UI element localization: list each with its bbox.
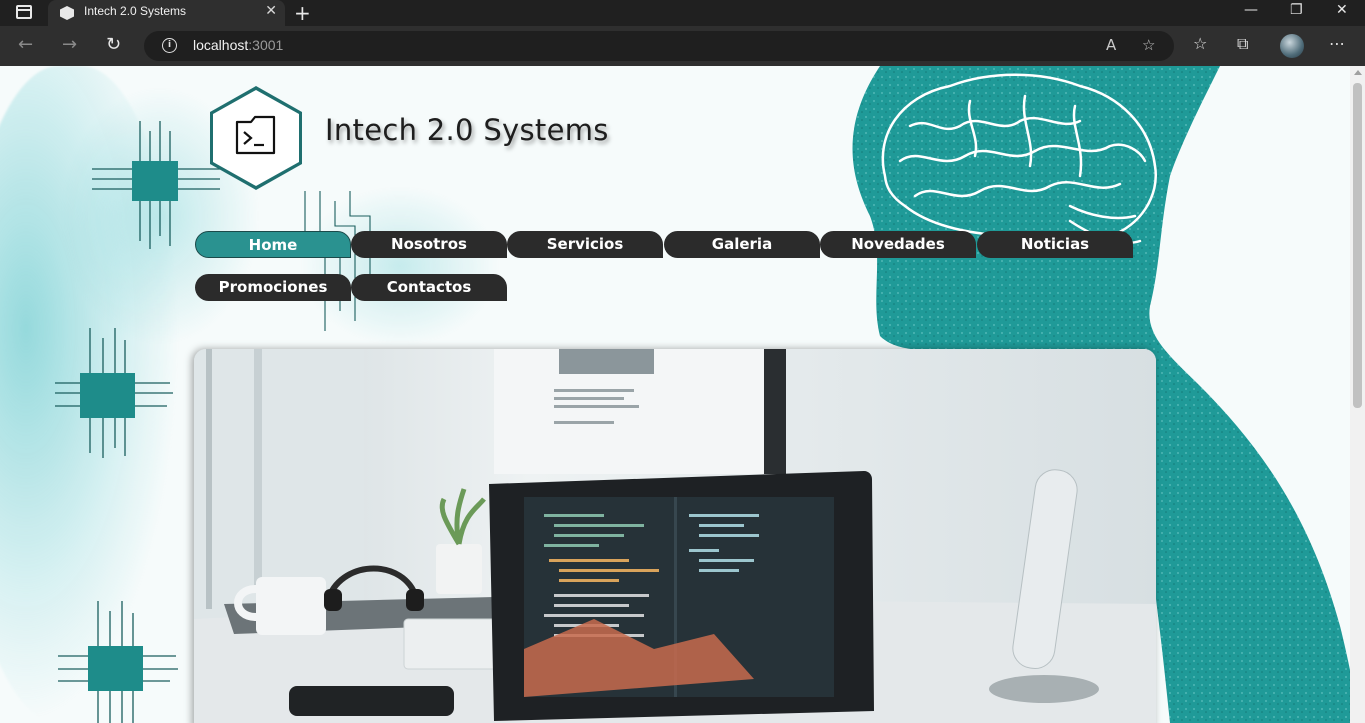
site-favicon [60,6,74,20]
forward-icon[interactable]: → [62,34,77,55]
window-close-icon[interactable]: ✕ [1336,2,1348,18]
favorites-icon[interactable]: ☆ [1193,34,1207,53]
nav-item-nosotros[interactable]: Nosotros [351,231,507,258]
nav-item-promociones[interactable]: Promociones [195,274,351,301]
page-scrollbar[interactable] [1350,66,1365,723]
address-bar[interactable]: i localhost:3001 A ☆ [144,31,1174,61]
nav-item-contactos[interactable]: Contactos [351,274,507,301]
url-host: localhost [193,37,249,53]
terminal-folder-icon [235,115,276,155]
laptop-desk-photo [194,349,1156,723]
nav-item-home[interactable]: Home [195,231,351,258]
hero-image [194,349,1156,723]
circuit-lines-icon [304,191,371,331]
back-icon[interactable]: ← [18,34,33,55]
nav-item-servicios[interactable]: Servicios [507,231,663,258]
read-aloud-icon[interactable]: A [1106,36,1116,54]
browser-tab[interactable]: Intech 2.0 Systems ✕ [48,0,285,26]
tab-actions-icon[interactable] [16,5,32,19]
circuit-chip-icon [55,328,173,458]
profile-avatar[interactable] [1280,34,1304,58]
scroll-thumb[interactable] [1353,83,1362,408]
url-text[interactable]: localhost:3001 [193,37,283,53]
nav-item-noticias[interactable]: Noticias [977,231,1133,258]
more-icon[interactable]: ⋯ [1329,34,1345,53]
site-title: Intech 2.0 Systems [325,113,609,147]
circuit-chip-icon [58,601,178,723]
add-favorite-icon[interactable]: ☆ [1142,36,1155,54]
refresh-icon[interactable]: ↻ [106,34,121,55]
close-icon[interactable]: ✕ [265,3,277,19]
restore-icon[interactable]: ❐ [1290,2,1303,18]
browser-titlebar: Intech 2.0 Systems ✕ + — ❐ ✕ [0,0,1365,26]
browser-toolbar: ← → ↻ i localhost:3001 A ☆ ☆ ⧉ ⋯ [0,26,1365,66]
new-tab-icon[interactable]: + [294,1,311,25]
nav-item-novedades[interactable]: Novedades [820,231,976,258]
collections-icon[interactable]: ⧉ [1237,34,1248,54]
page-viewport: Intech 2.0 Systems Home Nosotros Servici… [0,66,1350,723]
info-icon[interactable]: i [162,38,177,53]
scroll-up-icon[interactable] [1354,70,1362,75]
nav-item-galeria[interactable]: Galeria [664,231,820,258]
tab-title: Intech 2.0 Systems [84,4,187,18]
url-port: :3001 [248,37,284,53]
minimize-icon[interactable]: — [1244,2,1258,18]
